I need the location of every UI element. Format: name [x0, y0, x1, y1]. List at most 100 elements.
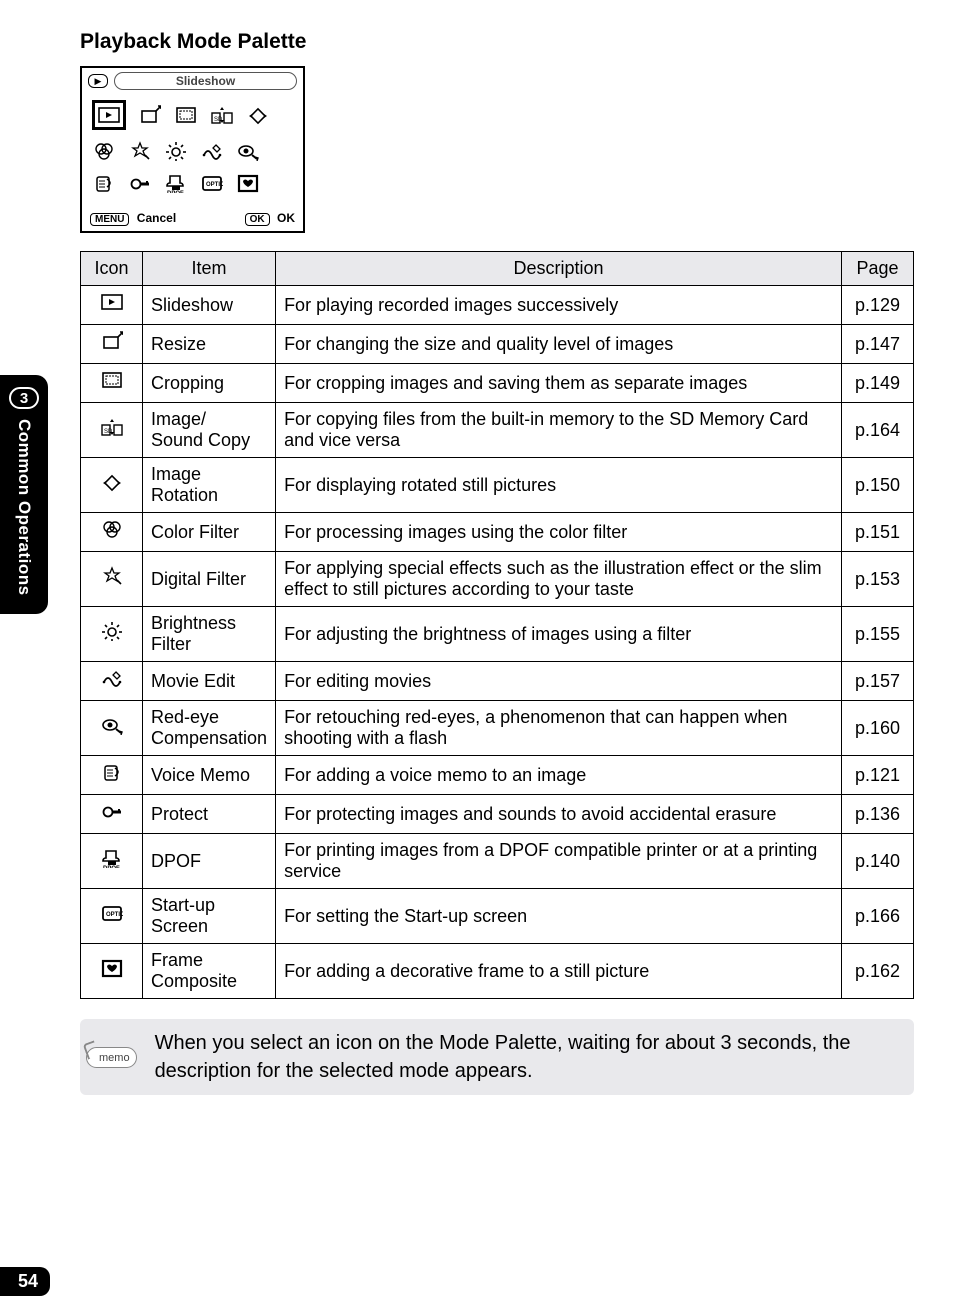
- palette-item-rotate: [246, 104, 270, 126]
- item-page: p.153: [842, 552, 914, 607]
- item-page: p.162: [842, 944, 914, 999]
- ok-button-icon: OK: [245, 213, 270, 226]
- palette-item-digitalfilter: [128, 140, 152, 162]
- item-page: p.160: [842, 701, 914, 756]
- item-page: p.155: [842, 607, 914, 662]
- table-row: Brightness FilterFor adjusting the brigh…: [81, 607, 914, 662]
- menu-button-icon: MENU: [90, 213, 129, 226]
- item-name: Digital Filter: [143, 552, 276, 607]
- item-description: For printing images from a DPOF compatib…: [276, 834, 842, 889]
- mode-palette-screenshot: ▶ Slideshow: [80, 66, 305, 233]
- voicememo-icon: [81, 756, 143, 795]
- palette-item-cropping: [174, 104, 198, 126]
- table-row: Frame CompositeFor adding a decorative f…: [81, 944, 914, 999]
- item-page: p.157: [842, 662, 914, 701]
- item-description: For protecting images and sounds to avoi…: [276, 795, 842, 834]
- palette-item-voicememo: [92, 172, 116, 194]
- palette-item-slideshow: [92, 100, 126, 130]
- table-row: Start-up ScreenFor setting the Start-up …: [81, 889, 914, 944]
- palette-item-protect: [128, 172, 152, 194]
- memo-text: When you select an icon on the Mode Pale…: [155, 1029, 900, 1085]
- item-description: For editing movies: [276, 662, 842, 701]
- item-page: p.147: [842, 325, 914, 364]
- mode-palette-table: Icon Item Description Page SlideshowFor …: [80, 251, 914, 999]
- table-row: Red-eye CompensationFor retouching red-e…: [81, 701, 914, 756]
- palette-ok-label: OK: [277, 211, 295, 225]
- item-page: p.121: [842, 756, 914, 795]
- item-description: For processing images using the color fi…: [276, 513, 842, 552]
- item-page: p.140: [842, 834, 914, 889]
- rotate-icon: [81, 458, 143, 513]
- cropping-icon: [81, 364, 143, 403]
- item-name: Movie Edit: [143, 662, 276, 701]
- protect-icon: [81, 795, 143, 834]
- header-icon: Icon: [81, 252, 143, 286]
- item-description: For adding a decorative frame to a still…: [276, 944, 842, 999]
- item-page: p.136: [842, 795, 914, 834]
- palette-selected-label: Slideshow: [114, 72, 297, 90]
- item-description: For displaying rotated still pictures: [276, 458, 842, 513]
- item-page: p.129: [842, 286, 914, 325]
- section-title: Playback Mode Palette: [80, 30, 914, 54]
- colorfilter-icon: [81, 513, 143, 552]
- table-row: Digital FilterFor applying special effec…: [81, 552, 914, 607]
- item-description: For adding a voice memo to an image: [276, 756, 842, 795]
- table-row: DPOFFor printing images from a DPOF comp…: [81, 834, 914, 889]
- slideshow-icon: [81, 286, 143, 325]
- table-row: ProtectFor protecting images and sounds …: [81, 795, 914, 834]
- header-item: Item: [143, 252, 276, 286]
- palette-item-startup: [200, 172, 224, 194]
- table-header-row: Icon Item Description Page: [81, 252, 914, 286]
- palette-item-copy: [210, 104, 234, 126]
- table-row: Movie EditFor editing moviesp.157: [81, 662, 914, 701]
- palette-item-redeye: [236, 140, 260, 162]
- table-row: Image RotationFor displaying rotated sti…: [81, 458, 914, 513]
- chapter-tab: 3 Common Operations: [0, 375, 48, 614]
- palette-ok: OK OK: [245, 211, 295, 226]
- item-description: For cropping images and saving them as s…: [276, 364, 842, 403]
- movieedit-icon: [81, 662, 143, 701]
- item-page: p.166: [842, 889, 914, 944]
- item-name: Resize: [143, 325, 276, 364]
- palette-item-movieedit: [200, 140, 224, 162]
- palette-item-brightness: [164, 140, 188, 162]
- palette-item-colorfilter: [92, 140, 116, 162]
- item-name: Start-up Screen: [143, 889, 276, 944]
- memo-icon: memo: [86, 1047, 137, 1068]
- item-page: p.164: [842, 403, 914, 458]
- table-row: ResizeFor changing the size and quality …: [81, 325, 914, 364]
- chapter-title: Common Operations: [14, 419, 34, 596]
- item-name: Image/ Sound Copy: [143, 403, 276, 458]
- memo-note: memo When you select an icon on the Mode…: [80, 1019, 914, 1095]
- item-name: Slideshow: [143, 286, 276, 325]
- item-name: Voice Memo: [143, 756, 276, 795]
- digitalfilter-icon: [81, 552, 143, 607]
- item-page: p.149: [842, 364, 914, 403]
- redeye-icon: [81, 701, 143, 756]
- brightness-icon: [81, 607, 143, 662]
- frame-icon: [81, 944, 143, 999]
- item-name: Color Filter: [143, 513, 276, 552]
- item-page: p.150: [842, 458, 914, 513]
- item-name: Cropping: [143, 364, 276, 403]
- item-description: For applying special effects such as the…: [276, 552, 842, 607]
- item-page: p.151: [842, 513, 914, 552]
- item-description: For setting the Start-up screen: [276, 889, 842, 944]
- playback-mode-icon: ▶: [88, 74, 108, 88]
- item-name: Red-eye Compensation: [143, 701, 276, 756]
- item-name: DPOF: [143, 834, 276, 889]
- item-description: For adjusting the brightness of images u…: [276, 607, 842, 662]
- table-row: Voice MemoFor adding a voice memo to an …: [81, 756, 914, 795]
- item-name: Protect: [143, 795, 276, 834]
- item-description: For changing the size and quality level …: [276, 325, 842, 364]
- startup-icon: [81, 889, 143, 944]
- palette-item-resize: [138, 104, 162, 126]
- table-row: Color FilterFor processing images using …: [81, 513, 914, 552]
- table-row: Image/ Sound CopyFor copying files from …: [81, 403, 914, 458]
- palette-cancel-label: Cancel: [137, 211, 176, 225]
- table-row: CroppingFor cropping images and saving t…: [81, 364, 914, 403]
- palette-cancel: MENU Cancel: [90, 211, 176, 226]
- dpof-icon: [81, 834, 143, 889]
- item-description: For playing recorded images successively: [276, 286, 842, 325]
- palette-item-frame: [236, 172, 260, 194]
